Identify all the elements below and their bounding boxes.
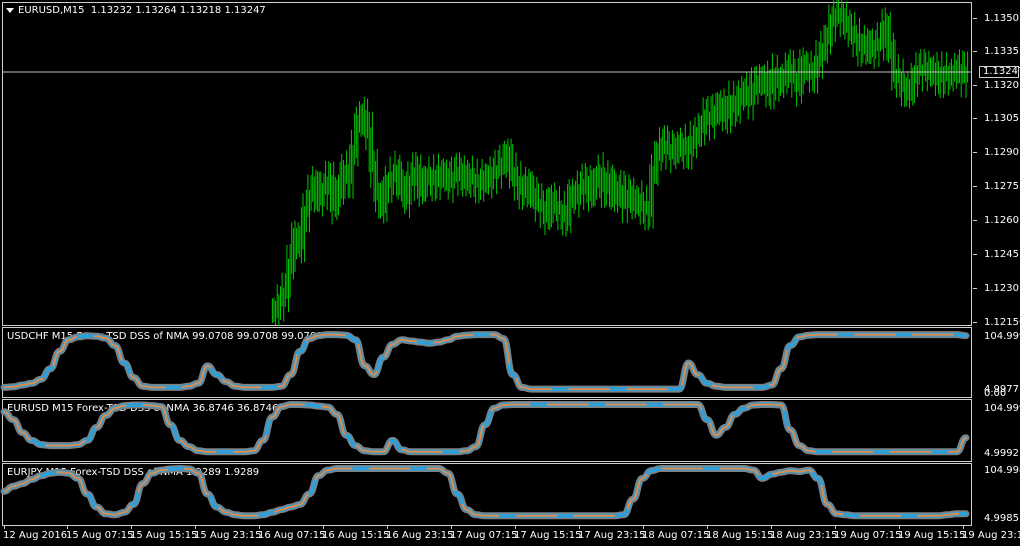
- time-axis-tick: [259, 526, 260, 529]
- time-axis-tick: [131, 526, 132, 529]
- time-axis-label: 19 Aug 07:15: [834, 530, 902, 541]
- time-axis-label: 15 Aug 15:15: [130, 530, 198, 541]
- price-bars: [2, 0, 972, 326]
- time-axis-tick: [515, 526, 516, 529]
- price-scale-label: 1.13501: [984, 13, 1020, 24]
- price-scale-tick: [973, 254, 977, 255]
- indicator-scale-top-2: 104.9999: [984, 403, 1020, 414]
- indicator-scale-bottom-3: 4.9985: [984, 513, 1019, 524]
- price-scale-label: 1.12451: [984, 249, 1020, 260]
- indicator-line-outline: [0, 331, 970, 393]
- indicator-scale-top-1: 104.9999: [984, 331, 1020, 342]
- price-scale-tick: [973, 51, 977, 52]
- time-axis-tick: [963, 526, 964, 529]
- time-axis-tick: [4, 526, 5, 529]
- price-scale-tick: [973, 85, 977, 86]
- time-axis-tick: [835, 526, 836, 529]
- price-scale-label: 1.12901: [984, 147, 1020, 158]
- indicator-scale-top-3: 104.9983: [984, 465, 1020, 476]
- time-axis-tick: [451, 526, 452, 529]
- price-scale-label: 1.12301: [984, 283, 1020, 294]
- indicator-line-blue: [2, 332, 968, 392]
- time-axis-tick: [579, 526, 580, 529]
- price-scale-label: 1.12751: [984, 181, 1020, 192]
- time-axis-label: 16 Aug 07:15: [258, 530, 326, 541]
- indicator-line-2: [0, 401, 970, 456]
- time-axis-label: 16 Aug 23:15: [386, 530, 454, 541]
- time-axis-tick: [643, 526, 644, 529]
- indicator-line-orange: [3, 333, 967, 391]
- time-axis-tick: [323, 526, 324, 529]
- price-scale-label: 1.13051: [984, 113, 1020, 124]
- indicator-pane-2[interactable]: EURUSD M15 Forex-TSD DSS of NMA 36.8746 …: [0, 398, 1020, 462]
- indicator-line-outline: [0, 401, 970, 456]
- time-axis-tick: [771, 526, 772, 529]
- main-chart-pane[interactable]: EURUSD,M15 1.13232 1.13264 1.13218 1.132…: [0, 0, 1020, 328]
- price-scale-tick: [973, 152, 977, 153]
- price-scale-tick: [973, 220, 977, 221]
- indicator-scale-bottom-2: 4.9992: [984, 448, 1019, 459]
- price-scale-label: 1.12601: [984, 215, 1020, 226]
- indicator-line-3: [0, 465, 970, 520]
- time-axis-label: 12 Aug 2016: [3, 530, 68, 541]
- price-scale-label: 1.13351: [984, 46, 1020, 57]
- indicator-pane-3[interactable]: EURJPY M15 Forex-TSD DSS of NMA 1.9289 1…: [0, 462, 1020, 526]
- price-scale-tick: [973, 18, 977, 19]
- time-axis-label: 17 Aug 15:15: [514, 530, 582, 541]
- time-axis-tick: [707, 526, 708, 529]
- time-axis-label: 18 Aug 23:15: [770, 530, 838, 541]
- time-axis-label: 16 Aug 15:15: [322, 530, 390, 541]
- current-price-tag: 1.13247: [979, 66, 1020, 79]
- time-axis-label: 18 Aug 15:15: [706, 530, 774, 541]
- price-scale-tick: [973, 322, 977, 323]
- price-scale-tick: [973, 288, 977, 289]
- time-axis-tick: [899, 526, 900, 529]
- time-axis-tick: [195, 526, 196, 529]
- time-axis-label: 15 Aug 23:15: [194, 530, 262, 541]
- price-scale-label: 1.13201: [984, 80, 1020, 91]
- time-axis-tick: [387, 526, 388, 529]
- time-axis-tick: [67, 526, 68, 529]
- time-axis-label: 15 Aug 07:15: [66, 530, 134, 541]
- time-axis-label: 19 Aug 15:15: [898, 530, 966, 541]
- indicator-pane-1[interactable]: USDCHF M15 Forex-TSD DSS of NMA 99.0708 …: [0, 326, 1020, 399]
- price-scale-tick: [973, 186, 977, 187]
- time-axis-label: 17 Aug 07:15: [450, 530, 518, 541]
- price-scale-tick: [973, 118, 977, 119]
- time-axis-label: 19 Aug 23:15: [962, 530, 1020, 541]
- time-axis-label: 18 Aug 07:15: [642, 530, 710, 541]
- indicator-line-1: [0, 331, 970, 393]
- time-axis-label: 17 Aug 23:15: [578, 530, 646, 541]
